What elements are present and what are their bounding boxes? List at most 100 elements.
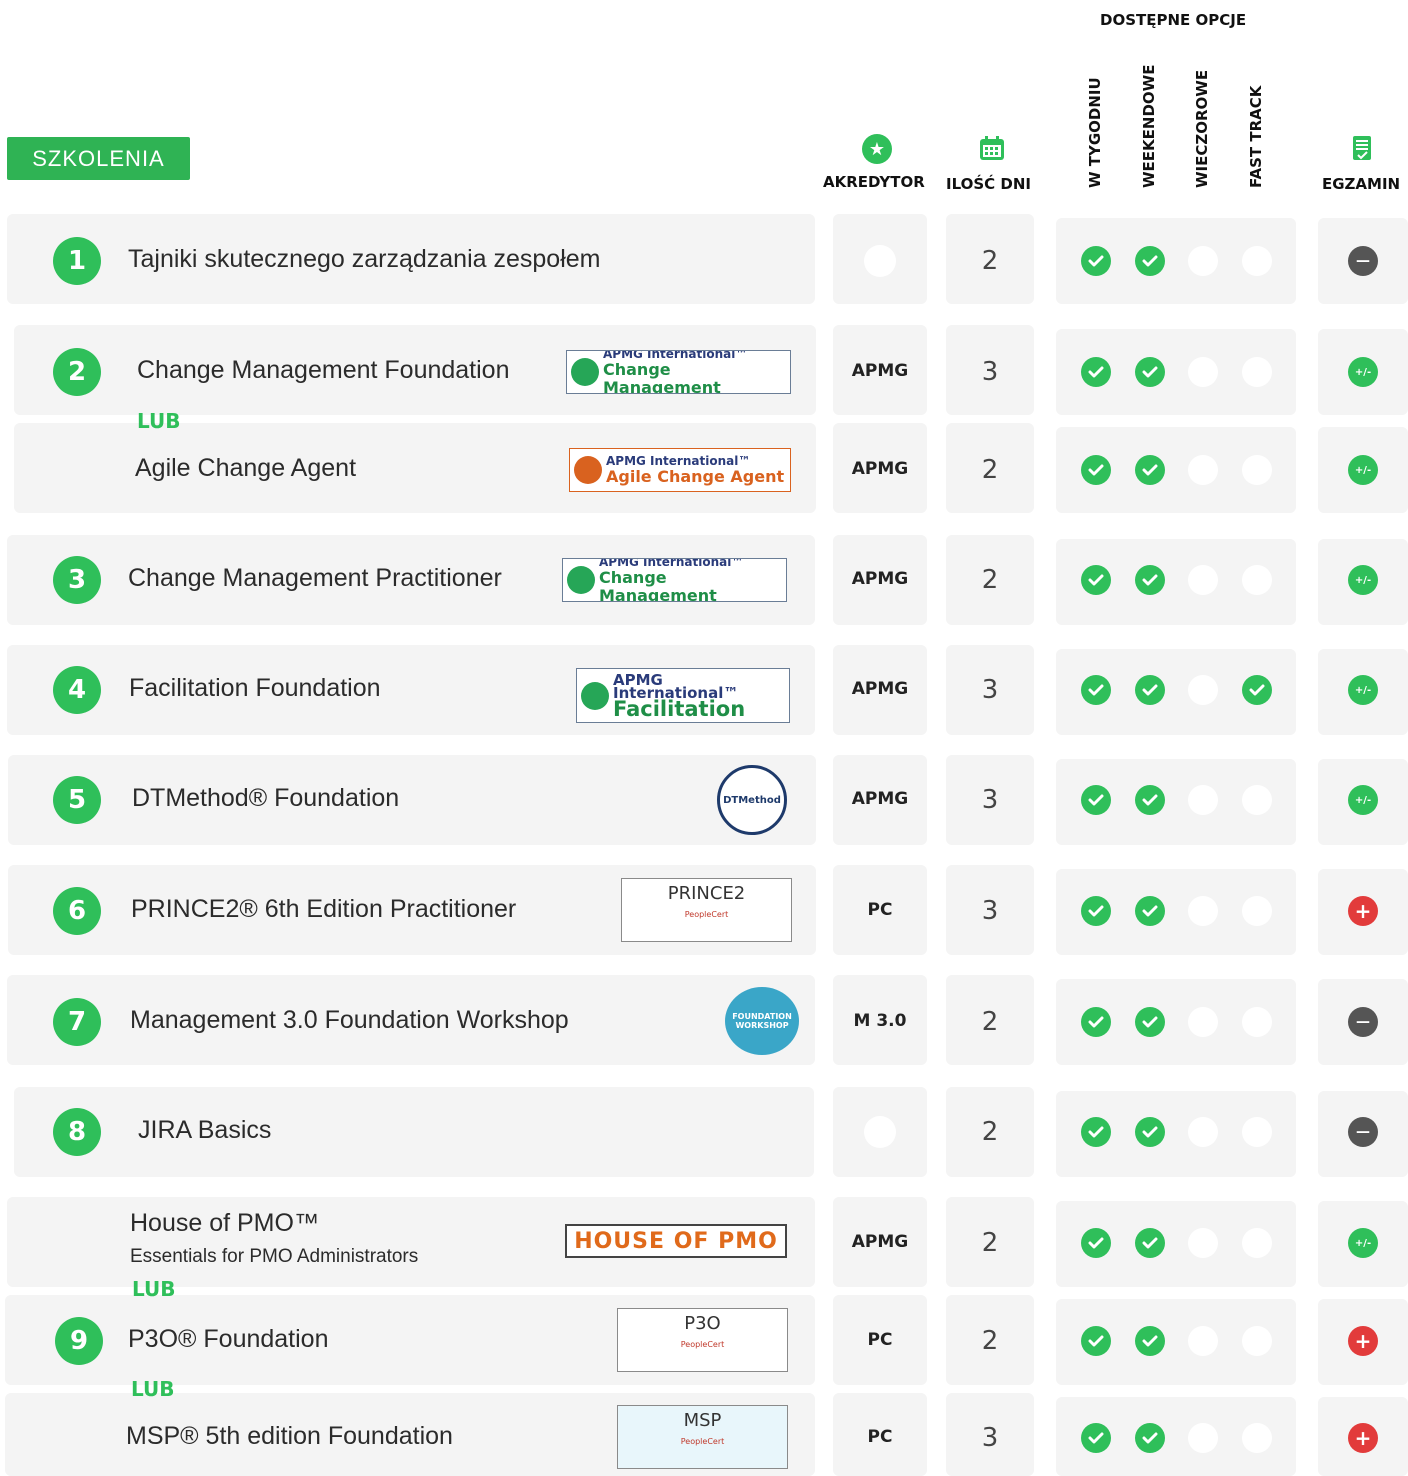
plus-minus-icon: +/- (1348, 357, 1378, 387)
or-label: LUB (131, 1377, 175, 1401)
accreditor-label: APMG (851, 459, 909, 479)
row-number: 4 (53, 666, 101, 714)
logo-swirl-icon (571, 358, 599, 386)
accreditor-empty-dot (864, 1116, 896, 1148)
or-label: LUB (137, 409, 181, 433)
course-name: Facilitation Foundation (129, 674, 381, 702)
check-icon (1135, 1326, 1165, 1356)
accreditor-label: M 3.0 (853, 1011, 907, 1031)
check-icon (1242, 675, 1272, 705)
plus-minus-icon: +/- (1348, 675, 1378, 705)
logo-name: Change Management (603, 359, 721, 394)
empty-option-dot (1188, 675, 1218, 705)
check-icon (1135, 675, 1165, 705)
options-title: DOSTĘPNE OPCJE (1100, 11, 1247, 29)
empty-option-dot (1242, 1326, 1272, 1356)
check-icon (1081, 1117, 1111, 1147)
row-panel (8, 755, 816, 845)
empty-option-dot (1188, 1423, 1218, 1453)
exam-doc-icon (1350, 133, 1374, 163)
logo-swirl-icon (581, 681, 609, 710)
row-number: 2 (53, 348, 101, 396)
peoplecert-logo: PRINCE2 PeopleCert (621, 878, 792, 942)
check-icon (1135, 896, 1165, 926)
empty-option-dot (1242, 896, 1272, 926)
star-icon: ★ (862, 134, 892, 164)
accreditor-label: APMG (851, 569, 909, 589)
days-value: 3 (981, 675, 999, 705)
course-logo: APMG International™ Agile Change Agent (569, 448, 791, 492)
row-number: 1 (53, 237, 101, 285)
course-name: Agile Change Agent (135, 454, 357, 482)
days-value: 2 (981, 246, 999, 276)
check-icon (1081, 565, 1111, 595)
accreditor-empty-dot (864, 245, 896, 277)
row-number: 9 (55, 1317, 103, 1365)
course-name: MSP® 5th edition Foundation (126, 1422, 453, 1450)
course-name: Management 3.0 Foundation Workshop (130, 1006, 569, 1034)
course-logo: APMG International™ Change Management (566, 350, 791, 394)
accreditor-label: APMG (851, 361, 909, 381)
empty-option-dot (1188, 785, 1218, 815)
empty-option-dot (1242, 455, 1272, 485)
logo-swirl-icon (574, 456, 602, 484)
logo-org: APMG International™ (606, 453, 751, 468)
course-name: House of PMO™ (130, 1209, 319, 1237)
dtmethod-logo: DTMethod (717, 765, 787, 835)
row-number: 3 (53, 556, 101, 604)
logo-peoplecert: PeopleCert (680, 1340, 725, 1349)
logo-text: APMG International™ Facilitation (613, 672, 789, 721)
course-name: Change Management Foundation (137, 356, 510, 384)
days-value: 2 (981, 1117, 999, 1147)
empty-option-dot (1188, 896, 1218, 926)
row-number: 6 (53, 887, 101, 935)
course-name: PRINCE2® 6th Edition Practitioner (131, 895, 517, 923)
check-icon (1135, 565, 1165, 595)
check-icon (1081, 1007, 1111, 1037)
row-panel (14, 1087, 814, 1177)
empty-option-dot (1188, 1007, 1218, 1037)
peoplecert-logo: P3O PeopleCert (617, 1308, 788, 1372)
empty-option-dot (1242, 1228, 1272, 1258)
logo-name: Facilitation (613, 696, 746, 721)
check-icon (1135, 357, 1165, 387)
minus-icon: — (1348, 246, 1378, 276)
empty-option-dot (1242, 1117, 1272, 1147)
empty-option-dot (1242, 565, 1272, 595)
logo-peoplecert: PeopleCert (680, 1437, 725, 1446)
section-label-box: SZKOLENIA (7, 137, 190, 180)
days-value: 2 (981, 1228, 999, 1258)
row-number: 8 (53, 1108, 101, 1156)
empty-option-dot (1242, 785, 1272, 815)
check-icon (1081, 1326, 1111, 1356)
course-subtitle: Essentials for PMO Administrators (130, 1246, 419, 1267)
logo-peoplecert: PeopleCert (684, 910, 729, 919)
check-icon (1081, 896, 1111, 926)
accreditor-label: PC (867, 900, 893, 920)
logo-text: APMG International™ Change Management (599, 559, 786, 602)
plus-minus-icon: +/- (1348, 455, 1378, 485)
empty-option-dot (1188, 357, 1218, 387)
col-evening-header: WIECZOROWE (1193, 69, 1211, 188)
section-label: SZKOLENIA (32, 145, 165, 171)
logo-name: Change Management (599, 567, 717, 602)
logo-name: Agile Change Agent (606, 466, 785, 486)
days-value: 2 (981, 455, 999, 485)
accreditor-label: PC (867, 1427, 893, 1447)
check-icon (1081, 246, 1111, 276)
plus-minus-icon: +/- (1348, 565, 1378, 595)
logo-product: PRINCE2 (667, 883, 746, 904)
empty-option-dot (1188, 1228, 1218, 1258)
minus-icon: — (1348, 1007, 1378, 1037)
check-icon (1135, 785, 1165, 815)
check-icon (1081, 785, 1111, 815)
peoplecert-logo: MSP PeopleCert (617, 1405, 788, 1469)
col-fast-header: FAST TRACK (1247, 85, 1265, 188)
days-value: 3 (981, 357, 999, 387)
check-icon (1081, 1228, 1111, 1258)
empty-option-dot (1242, 357, 1272, 387)
course-logo: APMG International™ Facilitation (576, 668, 790, 723)
course-name: DTMethod® Foundation (132, 784, 400, 812)
plus-icon: + (1348, 896, 1378, 926)
logo-text: APMG International™ Agile Change Agent (606, 453, 785, 486)
